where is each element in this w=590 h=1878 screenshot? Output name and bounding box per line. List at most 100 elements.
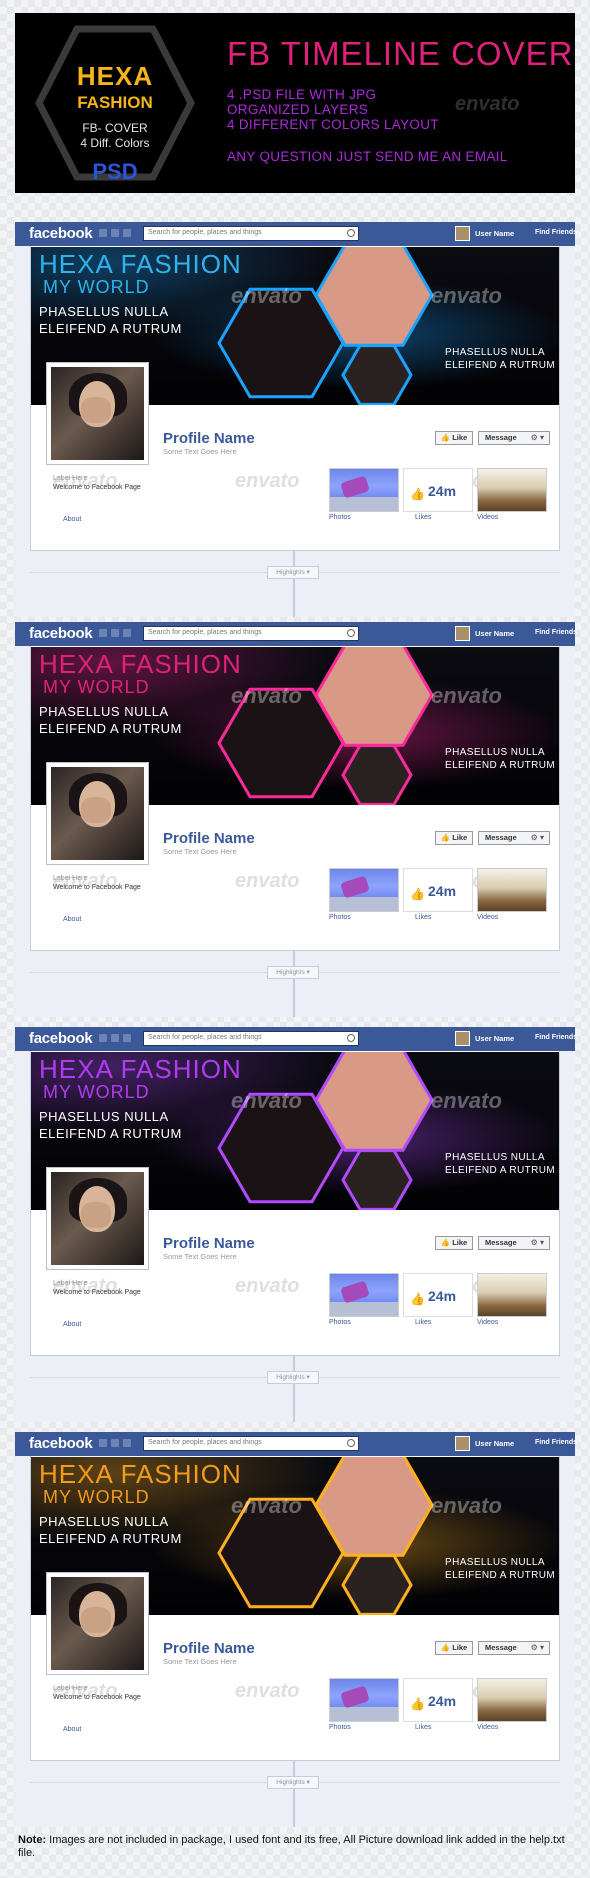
likes-thumbnail[interactable]: 👍 24m — [403, 1678, 473, 1722]
find-friends-link[interactable]: Find Friends — [535, 629, 577, 636]
facebook-logo[interactable]: facebook — [29, 1030, 93, 1047]
message-button[interactable]: Message ⚙ ▾ — [478, 1641, 550, 1655]
user-name-link[interactable]: User Name — [475, 1439, 514, 1448]
profile-description: Some Text Goes Here — [163, 847, 237, 856]
videos-label[interactable]: Videos — [477, 514, 498, 521]
highlights-dropdown[interactable]: Highlights ▾ — [267, 566, 319, 579]
likes-thumbnail[interactable]: 👍 24m — [403, 468, 473, 512]
message-button[interactable]: Message ⚙ ▾ — [478, 831, 550, 845]
highlights-dropdown[interactable]: Highlights ▾ — [267, 1371, 319, 1384]
profile-picture[interactable] — [46, 362, 149, 465]
user-avatar[interactable] — [455, 1031, 470, 1046]
messages-icon[interactable] — [111, 1439, 119, 1447]
user-avatar[interactable] — [455, 626, 470, 641]
message-button[interactable]: Message ⚙ ▾ — [478, 1236, 550, 1250]
gear-dropdown-icon[interactable]: ⚙ ▾ — [531, 432, 544, 444]
photos-label[interactable]: Photos — [329, 914, 351, 921]
photos-thumbnail[interactable] — [329, 1678, 399, 1722]
notifications-icon[interactable] — [123, 229, 131, 237]
find-friends-link[interactable]: Find Friends — [535, 1439, 577, 1446]
search-icon[interactable] — [347, 229, 355, 237]
videos-thumbnail[interactable] — [477, 468, 547, 512]
cover-title: HEXA FASHION — [39, 1459, 242, 1489]
cover-right-text: ELEIFEND A RUTRUM — [445, 1570, 556, 1581]
notifications-icon[interactable] — [123, 1034, 131, 1042]
search-input[interactable]: Search for people, places and things — [143, 1031, 359, 1046]
friend-requests-icon[interactable] — [99, 1439, 107, 1447]
cover-text-line: PHASELLUS NULLA — [39, 1109, 169, 1124]
gear-dropdown-icon[interactable]: ⚙ ▾ — [531, 1642, 544, 1654]
messages-icon[interactable] — [111, 629, 119, 637]
search-icon[interactable] — [347, 629, 355, 637]
like-button[interactable]: 👍 Like — [435, 1641, 473, 1655]
envato-watermark: envato — [53, 470, 118, 492]
user-name-link[interactable]: User Name — [475, 229, 514, 238]
user-avatar[interactable] — [455, 226, 470, 241]
envato-watermark: envato — [53, 870, 118, 892]
search-icon[interactable] — [347, 1034, 355, 1042]
find-friends-link[interactable]: Find Friends — [535, 229, 577, 236]
like-button[interactable]: 👍 Like — [435, 1236, 473, 1250]
notifications-icon[interactable] — [123, 1439, 131, 1447]
videos-thumbnail[interactable] — [477, 868, 547, 912]
message-button[interactable]: Message ⚙ ▾ — [478, 431, 550, 445]
like-button[interactable]: 👍 Like — [435, 431, 473, 445]
search-input[interactable]: Search for people, places and things — [143, 1436, 359, 1451]
videos-label[interactable]: Videos — [477, 1319, 498, 1326]
search-icon[interactable] — [347, 1439, 355, 1447]
highlights-dropdown[interactable]: Highlights ▾ — [267, 1776, 319, 1789]
videos-label[interactable]: Videos — [477, 1724, 498, 1731]
profile-picture[interactable] — [46, 1572, 149, 1675]
facebook-logo[interactable]: facebook — [29, 225, 93, 242]
friend-requests-icon[interactable] — [99, 629, 107, 637]
friend-requests-icon[interactable] — [99, 1034, 107, 1042]
highlights-dropdown[interactable]: Highlights ▾ — [267, 966, 319, 979]
profile-name[interactable]: Profile Name — [163, 1640, 255, 1657]
about-link[interactable]: About — [63, 916, 81, 923]
search-input[interactable]: Search for people, places and things — [143, 626, 359, 641]
likes-label[interactable]: Likes — [415, 514, 431, 521]
notifications-icon[interactable] — [123, 629, 131, 637]
gear-dropdown-icon[interactable]: ⚙ ▾ — [531, 832, 544, 844]
friend-requests-icon[interactable] — [99, 229, 107, 237]
user-name-link[interactable]: User Name — [475, 629, 514, 638]
cover-text-line: PHASELLUS NULLA — [39, 704, 169, 719]
profile-picture[interactable] — [46, 762, 149, 865]
messages-icon[interactable] — [111, 229, 119, 237]
photos-thumbnail[interactable] — [329, 1273, 399, 1317]
find-friends-link[interactable]: Find Friends — [535, 1034, 577, 1041]
user-name-link[interactable]: User Name — [475, 1034, 514, 1043]
cover-title: HEXA FASHION — [39, 1054, 242, 1084]
likes-thumbnail[interactable]: 👍 24m — [403, 1273, 473, 1317]
header-banner: HEXA FASHION FB- COVER 4 Diff. Colors PS… — [15, 13, 575, 193]
about-link[interactable]: About — [63, 1321, 81, 1328]
profile-name[interactable]: Profile Name — [163, 430, 255, 447]
messages-icon[interactable] — [111, 1034, 119, 1042]
likes-label[interactable]: Likes — [415, 914, 431, 921]
photos-label[interactable]: Photos — [329, 1319, 351, 1326]
profile-name[interactable]: Profile Name — [163, 1235, 255, 1252]
videos-label[interactable]: Videos — [477, 914, 498, 921]
thumbs-up-icon: 👍 — [410, 487, 425, 501]
user-avatar[interactable] — [455, 1436, 470, 1451]
videos-thumbnail[interactable] — [477, 1678, 547, 1722]
photos-label[interactable]: Photos — [329, 1724, 351, 1731]
likes-label[interactable]: Likes — [415, 1319, 431, 1326]
photos-label[interactable]: Photos — [329, 514, 351, 521]
about-link[interactable]: About — [63, 516, 81, 523]
like-button[interactable]: 👍 Like — [435, 831, 473, 845]
videos-thumbnail[interactable] — [477, 1273, 547, 1317]
profile-name[interactable]: Profile Name — [163, 830, 255, 847]
facebook-logo[interactable]: facebook — [29, 625, 93, 642]
gear-dropdown-icon[interactable]: ⚙ ▾ — [531, 1237, 544, 1249]
profile-picture[interactable] — [46, 1167, 149, 1270]
cover-right-text: ELEIFEND A RUTRUM — [445, 360, 556, 371]
cover-text-line: ELEIFEND A RUTRUM — [39, 721, 182, 736]
facebook-logo[interactable]: facebook — [29, 1435, 93, 1452]
photos-thumbnail[interactable] — [329, 868, 399, 912]
photos-thumbnail[interactable] — [329, 468, 399, 512]
about-link[interactable]: About — [63, 1726, 81, 1733]
likes-label[interactable]: Likes — [415, 1724, 431, 1731]
search-input[interactable]: Search for people, places and things — [143, 226, 359, 241]
likes-thumbnail[interactable]: 👍 24m — [403, 868, 473, 912]
